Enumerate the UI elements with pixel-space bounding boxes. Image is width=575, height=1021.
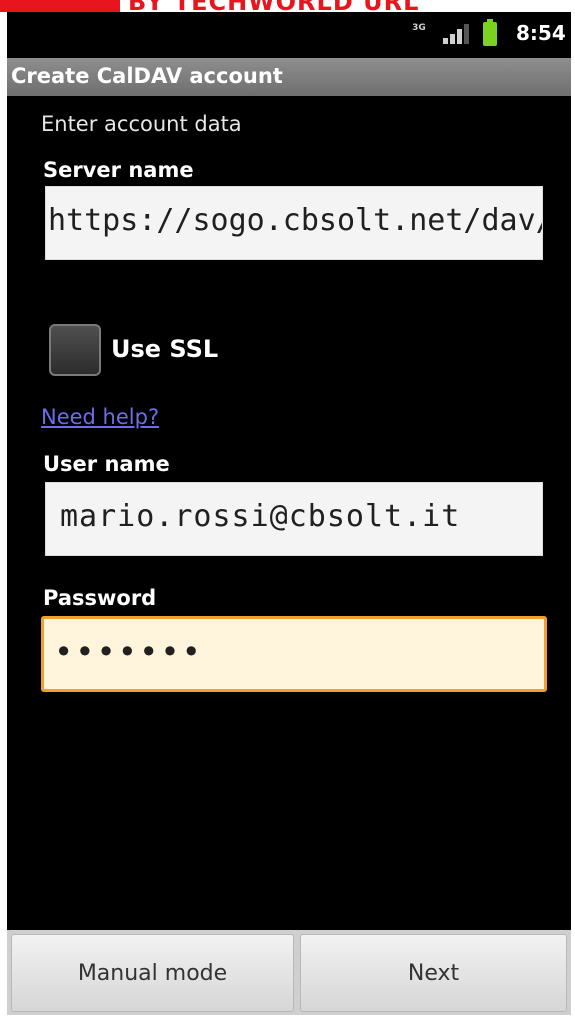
password-field[interactable]: ••••••• — [41, 616, 547, 692]
server-name-field[interactable]: https://sogo.cbsolt.net/dav/ — [45, 186, 543, 260]
phone-screen: 3G 8:54 Create CalDAV account Enter acco… — [7, 12, 571, 1015]
username-label: User name — [43, 452, 170, 476]
next-button[interactable]: Next — [300, 934, 567, 1012]
need-help-link[interactable]: Need help? — [41, 405, 159, 429]
button-bar: Manual mode Next — [7, 930, 571, 1015]
watermark-red-bar — [0, 0, 120, 12]
server-name-value: https://sogo.cbsolt.net/dav/ — [48, 203, 543, 238]
network-3g-icon: 3G — [412, 23, 426, 33]
use-ssl-label[interactable]: Use SSL — [111, 335, 218, 363]
username-value: mario.rossi@cbsolt.it — [60, 499, 461, 534]
manual-mode-button[interactable]: Manual mode — [11, 934, 294, 1012]
page-title: Create CalDAV account — [11, 64, 283, 88]
username-field[interactable]: mario.rossi@cbsolt.it — [45, 482, 543, 556]
watermark-text: BY TECHWORLD URL — [128, 0, 419, 12]
signal-bars-icon — [443, 24, 469, 44]
form-subtitle: Enter account data — [41, 112, 242, 136]
battery-charging-icon — [483, 19, 497, 46]
status-time: 8:54 — [516, 21, 566, 45]
password-value: ••••••• — [54, 633, 203, 671]
watermark: BY TECHWORLD URL — [0, 0, 575, 12]
status-bar: 3G 8:54 — [7, 12, 571, 58]
password-label: Password — [43, 586, 157, 610]
title-bar: Create CalDAV account — [7, 58, 571, 96]
use-ssl-checkbox[interactable] — [49, 324, 101, 376]
server-name-label: Server name — [43, 158, 194, 182]
